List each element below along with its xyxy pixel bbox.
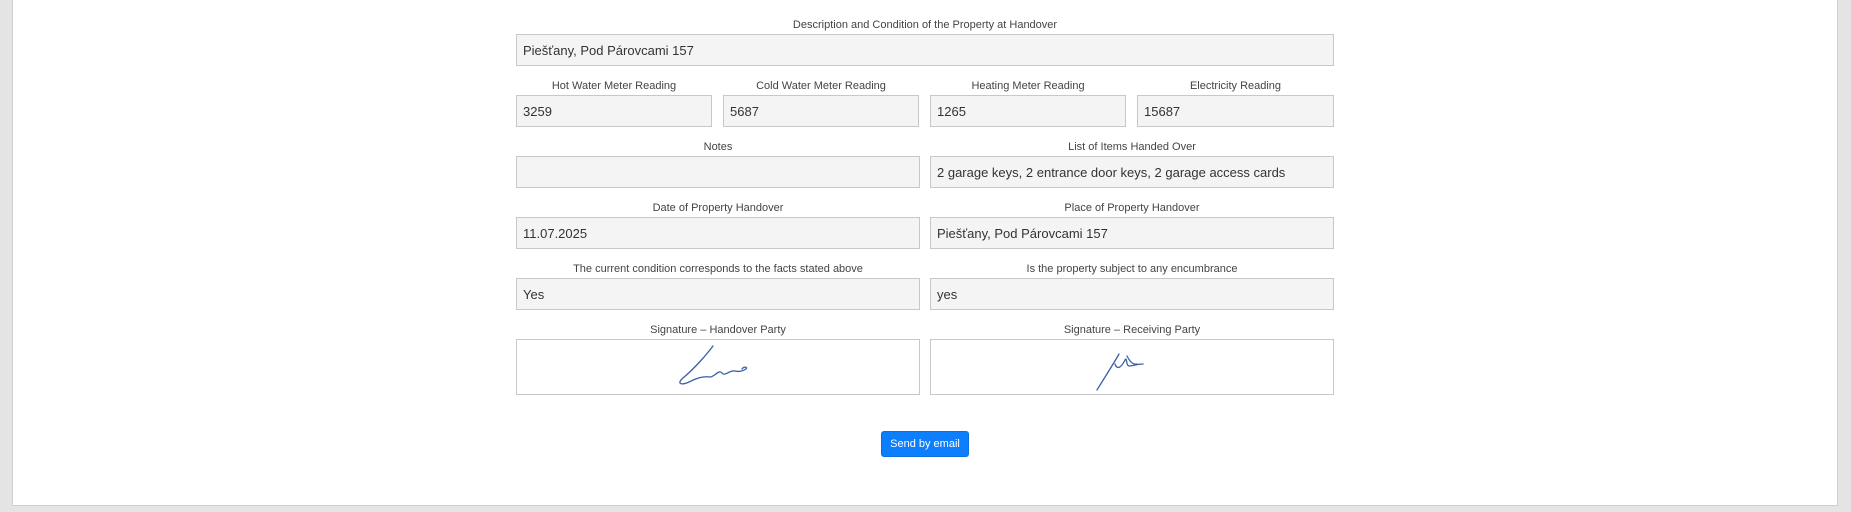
hot-water-meter-field: Hot Water Meter Reading [516, 79, 712, 127]
cold-water-meter-input[interactable] [723, 95, 919, 127]
description-field: Description and Condition of the Propert… [516, 18, 1334, 66]
electricity-meter-input[interactable] [1137, 95, 1334, 127]
electricity-meter-field: Electricity Reading [1137, 79, 1334, 127]
notes-field: Notes [516, 140, 920, 188]
description-label: Description and Condition of the Propert… [792, 19, 1058, 31]
signature-receiving-field: Signature – Receiving Party [930, 323, 1334, 395]
condition-matches-field: The current condition corresponds to the… [516, 262, 920, 310]
encumbrance-field: Is the property subject to any encumbran… [930, 262, 1334, 310]
signature-receiving-pad[interactable] [930, 339, 1334, 395]
handover-date-label: Date of Property Handover [652, 202, 784, 214]
heating-meter-label: Heating Meter Reading [971, 80, 1085, 92]
signature-handover-image [679, 345, 748, 385]
signature-receiving-label: Signature – Receiving Party [1063, 324, 1201, 336]
items-handed-over-field: List of Items Handed Over [930, 140, 1334, 188]
cold-water-meter-field: Cold Water Meter Reading [723, 79, 919, 127]
condition-matches-input[interactable] [516, 278, 920, 310]
items-handed-over-label: List of Items Handed Over [1068, 141, 1196, 153]
items-handed-over-input[interactable] [930, 156, 1334, 188]
condition-matches-label: The current condition corresponds to the… [573, 263, 863, 275]
signature-handover-label: Signature – Handover Party [650, 324, 786, 336]
notes-label: Notes [703, 141, 733, 153]
signature-handover-pad[interactable] [516, 339, 920, 395]
hot-water-meter-label: Hot Water Meter Reading [551, 80, 677, 92]
cold-water-meter-label: Cold Water Meter Reading [756, 80, 886, 92]
handover-place-label: Place of Property Handover [1064, 202, 1200, 214]
send-by-email-button[interactable]: Send by email [881, 431, 969, 457]
signature-receiving-image [1096, 353, 1144, 391]
handover-place-field: Place of Property Handover [930, 201, 1334, 249]
description-input[interactable] [516, 34, 1334, 66]
electricity-meter-label: Electricity Reading [1189, 80, 1282, 92]
encumbrance-input[interactable] [930, 278, 1334, 310]
handover-date-input[interactable] [516, 217, 920, 249]
heating-meter-input[interactable] [930, 95, 1126, 127]
handover-place-input[interactable] [930, 217, 1334, 249]
signature-handover-field: Signature – Handover Party [516, 323, 920, 395]
notes-input[interactable] [516, 156, 920, 188]
encumbrance-label: Is the property subject to any encumbran… [1026, 263, 1238, 275]
hot-water-meter-input[interactable] [516, 95, 712, 127]
heating-meter-field: Heating Meter Reading [930, 79, 1126, 127]
handover-date-field: Date of Property Handover [516, 201, 920, 249]
